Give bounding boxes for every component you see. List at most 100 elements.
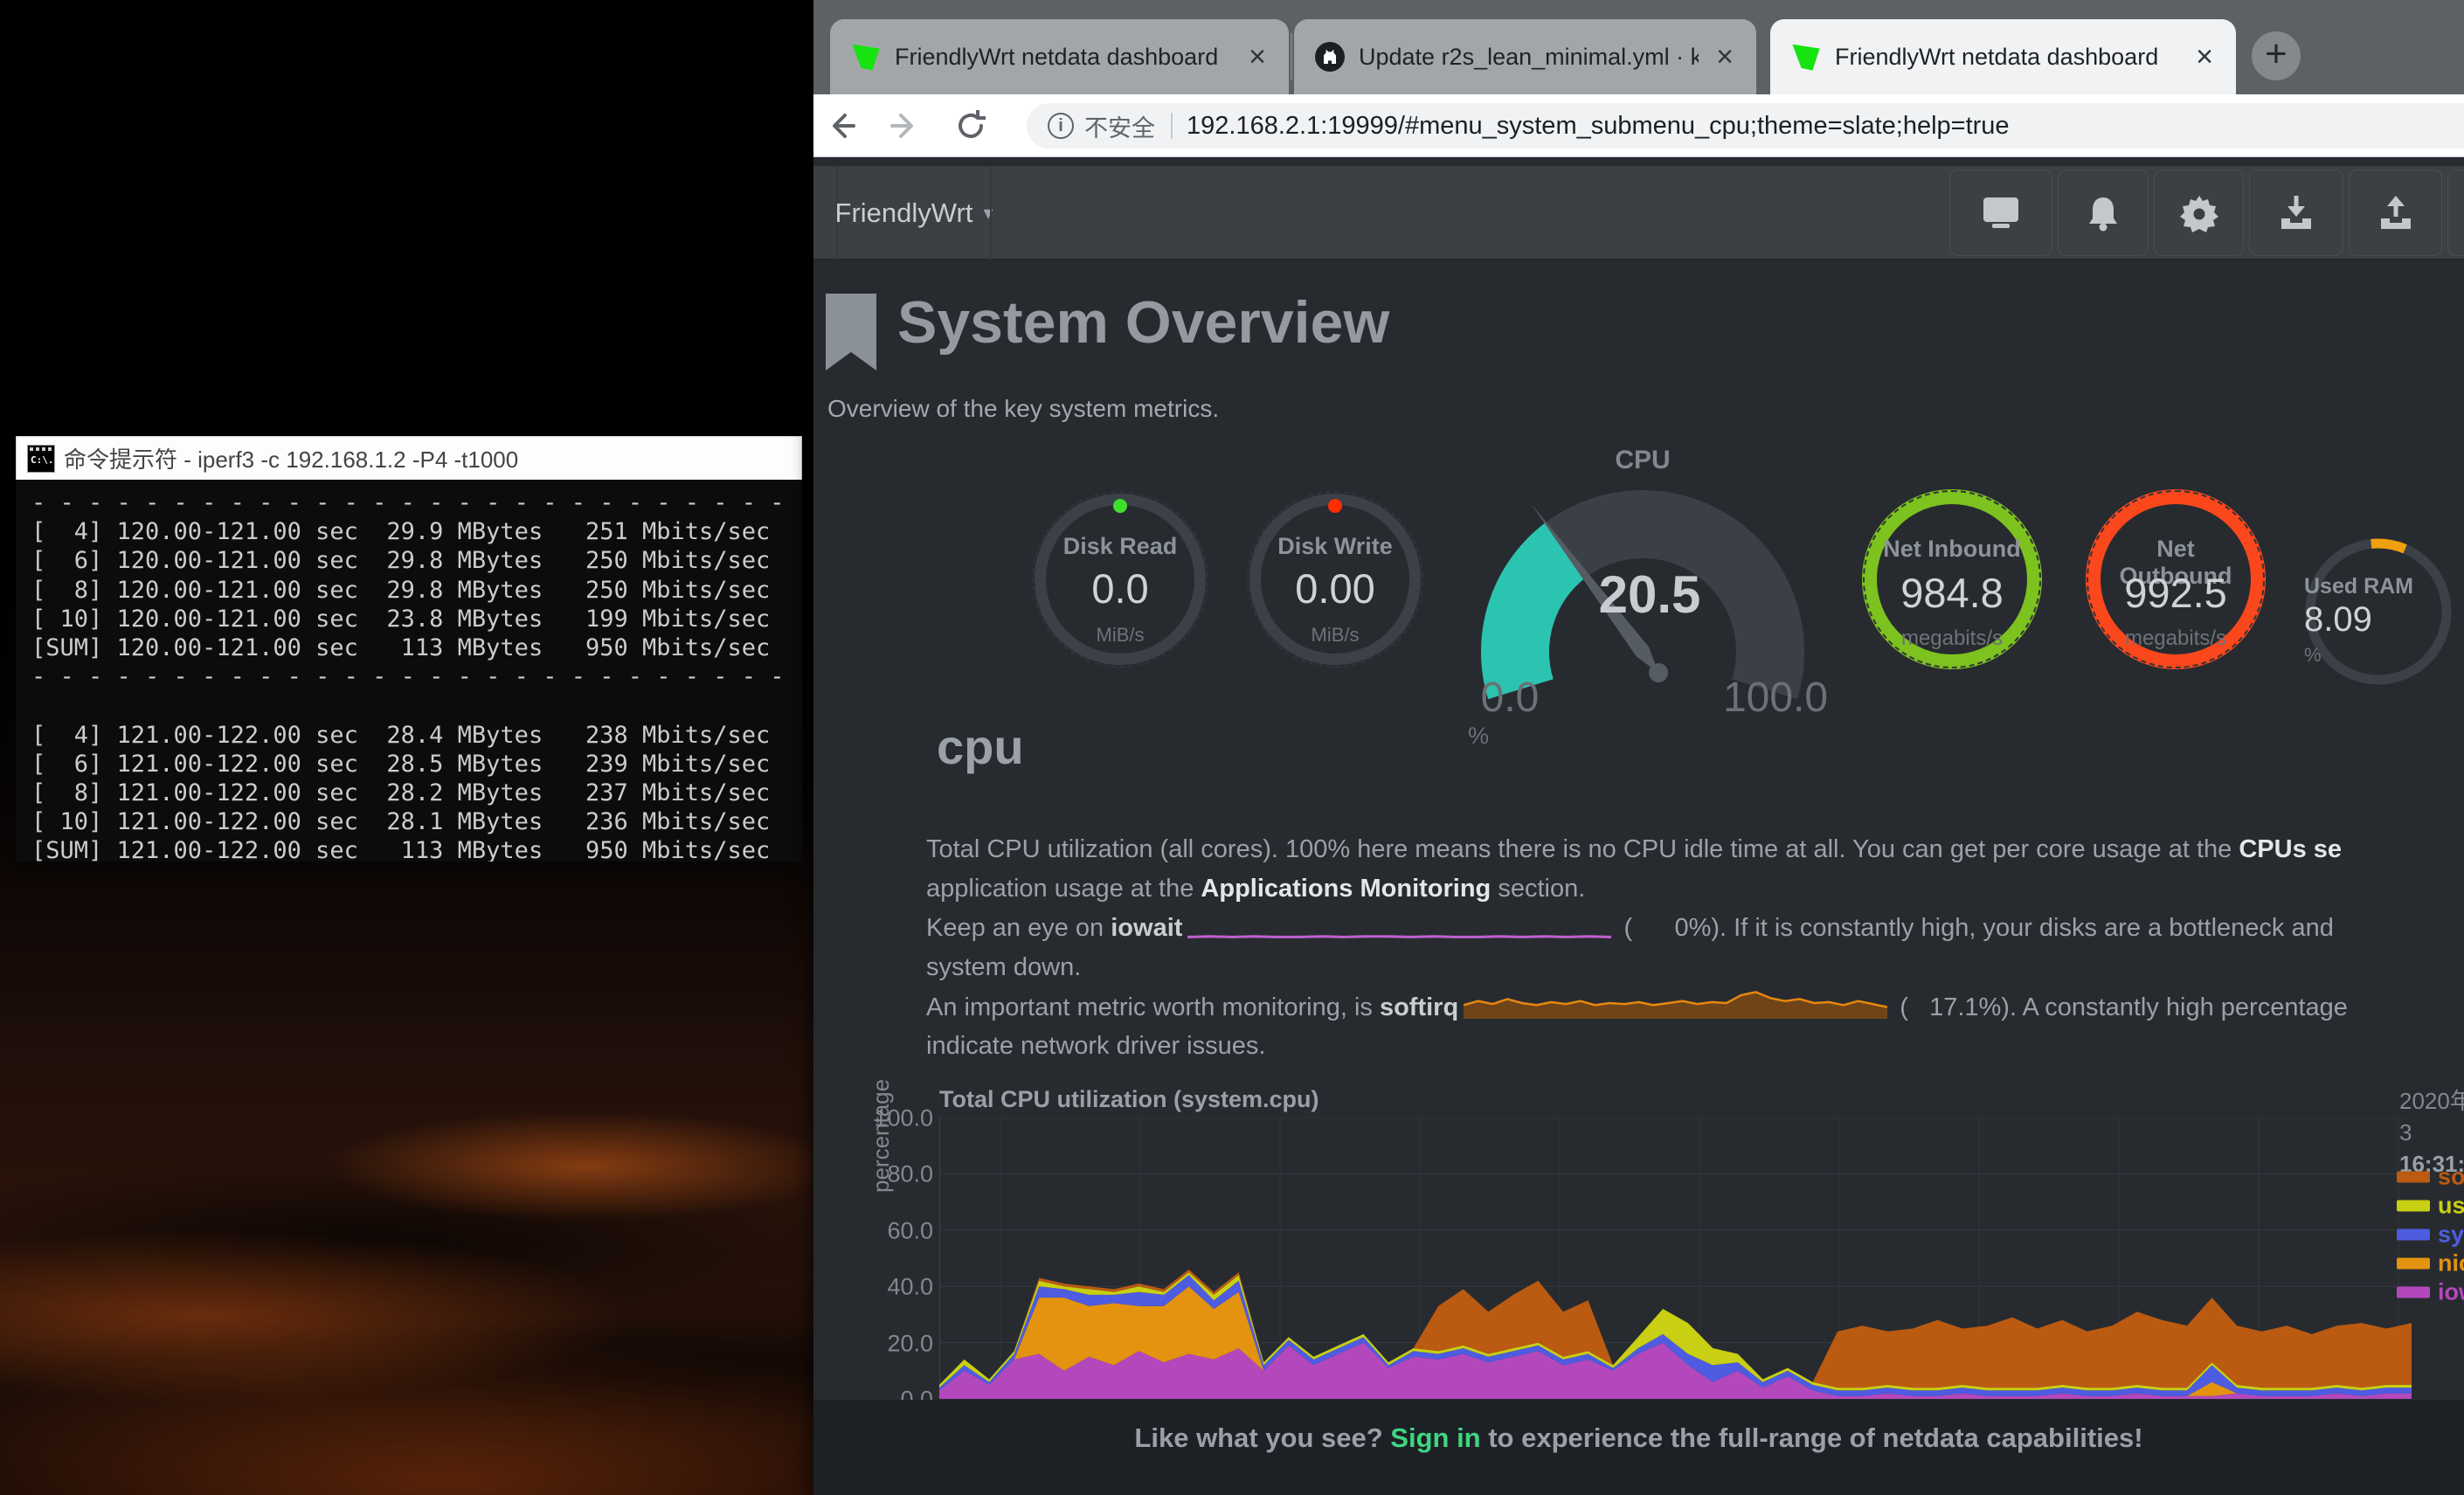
legend-swatch: [2397, 1287, 2430, 1298]
softirq-sparkline: [1464, 987, 1887, 1031]
status-dot: [1328, 499, 1342, 513]
signin-link[interactable]: Sign in: [1390, 1422, 1480, 1453]
terminal-window[interactable]: C:\. 命令提示符 - iperf3 -c 192.168.1.2 -P4 -…: [16, 436, 802, 862]
gauge-cpu[interactable]: CPU20.50.0%100.0: [1433, 433, 1852, 748]
description-line: Keep an eye on iowait ( 0%). If it is co…: [926, 909, 2334, 948]
description-text: Applications Monitoring: [1201, 875, 1491, 903]
gauge-net-outbound[interactable]: Net Outbound 992.5 megabits/s: [2086, 489, 2266, 669]
info-icon[interactable]: i: [1048, 113, 1074, 139]
gauge-label: Disk Read: [1046, 533, 1194, 560]
gauge-label: Used RAM: [2304, 574, 2453, 599]
description-text: ( 0%). If it is constantly high, your di…: [1616, 914, 2333, 942]
browser-tab[interactable]: FriendlyWrt netdata dashboard ×: [830, 19, 1289, 94]
terminal-titlebar[interactable]: C:\. 命令提示符 - iperf3 -c 192.168.1.2 -P4 -…: [16, 436, 802, 480]
status-dot: [1113, 499, 1127, 513]
cmd-icon: C:\.: [27, 445, 55, 473]
gauge-label: Disk Write: [1261, 533, 1409, 560]
github-favicon-icon: [1315, 42, 1345, 72]
legend-swatch: [2397, 1201, 2430, 1212]
description-text: section.: [1491, 875, 1585, 903]
description-text: Total CPU utilization (all cores). 100% …: [926, 835, 2239, 863]
tab-title: FriendlyWrt netdata dashboard: [895, 44, 1231, 71]
legend-label: system: [2438, 1222, 2464, 1248]
legend-item-system[interactable]: system: [2397, 1222, 2464, 1249]
terminal-text: - - - - - - - - - - - - - - - - - - - - …: [31, 488, 786, 862]
legend-item-softirq[interactable]: softirq: [2397, 1164, 2464, 1191]
tab-title: FriendlyWrt netdata dashboard: [1835, 44, 2178, 71]
signin-banner: Like what you see? Sign in to experience…: [813, 1400, 2464, 1495]
cpu-section-title: cpu: [937, 718, 1024, 775]
browser-window: FriendlyWrt netdata dashboard×Update r2s…: [813, 0, 2464, 1495]
alarms-bell-icon[interactable]: [2058, 170, 2149, 256]
gauge-value: 0.0: [1046, 564, 1194, 613]
back-button[interactable]: [822, 107, 861, 145]
description-line: An important metric worth monitoring, is…: [926, 987, 2348, 1027]
legend-item-user[interactable]: user: [2397, 1193, 2464, 1220]
description-text: application usage at the: [926, 875, 1201, 903]
url-text[interactable]: 192.168.2.1:19999/#menu_system_submenu_c…: [1187, 112, 2010, 141]
signin-text-suffix: to experience the full-range of netdata …: [1481, 1422, 2143, 1453]
svg-text:0.0: 0.0: [1481, 675, 1540, 721]
tab-close-icon[interactable]: ×: [1243, 42, 1271, 72]
gauge-unit: %: [2304, 644, 2453, 667]
terminal-output[interactable]: - - - - - - - - - - - - - - - - - - - - …: [16, 480, 802, 862]
browser-tab[interactable]: Update r2s_lean_minimal.yml · k×: [1294, 19, 1756, 94]
legend-label: nice: [2438, 1250, 2464, 1277]
import-settings-icon[interactable]: [2249, 170, 2343, 256]
y-axis-tick: 100.0: [853, 1105, 933, 1132]
tab-separator: [1291, 33, 1292, 80]
chart-title: Total CPU utilization (system.cpu): [939, 1086, 1319, 1113]
url-bar[interactable]: i 不安全 192.168.2.1:19999/#menu_system_sub…: [1027, 103, 2464, 149]
svg-text:CPU: CPU: [1615, 446, 1670, 474]
gauge-disk-read[interactable]: Disk Read 0.0 MiB/s: [1035, 494, 1206, 665]
browser-tab[interactable]: FriendlyWrt netdata dashboard ×: [1770, 19, 2236, 94]
header-button-partial[interactable]: [2447, 170, 2464, 256]
host-dropdown[interactable]: FriendlyWrt ▾: [838, 166, 990, 260]
netdata-favicon-icon: [851, 42, 881, 72]
gauge-net-inbound[interactable]: Net Inbound 984.8 megabits/s: [1862, 489, 2042, 669]
desktop-wallpaper: C:\. 命令提示符 - iperf3 -c 192.168.1.2 -P4 -…: [0, 0, 813, 1495]
browser-toolbar: i 不安全 192.168.2.1:19999/#menu_system_sub…: [813, 94, 2464, 157]
gauge-label: Net Inbound: [1877, 536, 2027, 563]
legend-swatch: [2397, 1172, 2430, 1183]
gauge-disk-write[interactable]: Disk Write 0.00 MiB/s: [1249, 494, 1421, 665]
iowait-sparkline: [1187, 912, 1611, 952]
gauge-unit: megabits/s: [1877, 626, 2027, 651]
settings-gear-icon[interactable]: [2154, 170, 2244, 256]
y-axis-tick: 40.0: [853, 1274, 933, 1301]
page-subtitle: Overview of the key system metrics.: [827, 395, 1219, 423]
legend-item-nice[interactable]: nice: [2397, 1250, 2464, 1277]
export-settings-icon[interactable]: [2349, 170, 2442, 256]
netdata-header: FriendlyWrt ▾: [813, 166, 2464, 260]
host-name: FriendlyWrt: [835, 197, 973, 229]
reload-button[interactable]: [952, 107, 990, 145]
description-text: An important metric worth monitoring, is: [926, 993, 1380, 1021]
signin-text-prefix: Like what you see?: [1134, 1422, 1390, 1453]
netdata-favicon-icon: [1791, 42, 1821, 72]
forward-button[interactable]: [885, 107, 924, 145]
cpu-utilization-chart[interactable]: [939, 1118, 2412, 1399]
description-text: system down.: [926, 953, 1081, 981]
description-line: indicate network driver issues.: [926, 1027, 1265, 1066]
description-line: application usage at the Applications Mo…: [926, 869, 1585, 909]
gauge-unit: megabits/s: [2101, 626, 2251, 651]
new-tab-button[interactable]: +: [2252, 31, 2301, 80]
legend-label: softirq: [2438, 1164, 2464, 1190]
description-line: system down.: [926, 948, 1081, 987]
legend-swatch: [2397, 1258, 2430, 1270]
description-text: ( 17.1%). A constantly high percentage: [1893, 993, 2348, 1021]
tab-close-icon[interactable]: ×: [1711, 42, 1739, 72]
print-dashboard-button[interactable]: [1949, 170, 2052, 256]
legend-item-iowait[interactable]: iowait: [2397, 1279, 2464, 1306]
gauge-value: 984.8: [1877, 569, 2027, 617]
gauge-value: 0.00: [1261, 564, 1409, 613]
svg-text:%: %: [1468, 723, 1489, 748]
gauge-used-ram[interactable]: Used RAM 8.09 %: [2304, 537, 2453, 686]
svg-text:100.0: 100.0: [1723, 675, 1828, 721]
legend-label: user: [2438, 1193, 2464, 1219]
security-label: 不安全: [1084, 109, 1155, 143]
tab-strip: FriendlyWrt netdata dashboard×Update r2s…: [813, 0, 2464, 94]
tab-close-icon[interactable]: ×: [2191, 42, 2218, 72]
bookmark-icon: [826, 294, 876, 370]
description-text: indicate network driver issues.: [926, 1032, 1265, 1060]
